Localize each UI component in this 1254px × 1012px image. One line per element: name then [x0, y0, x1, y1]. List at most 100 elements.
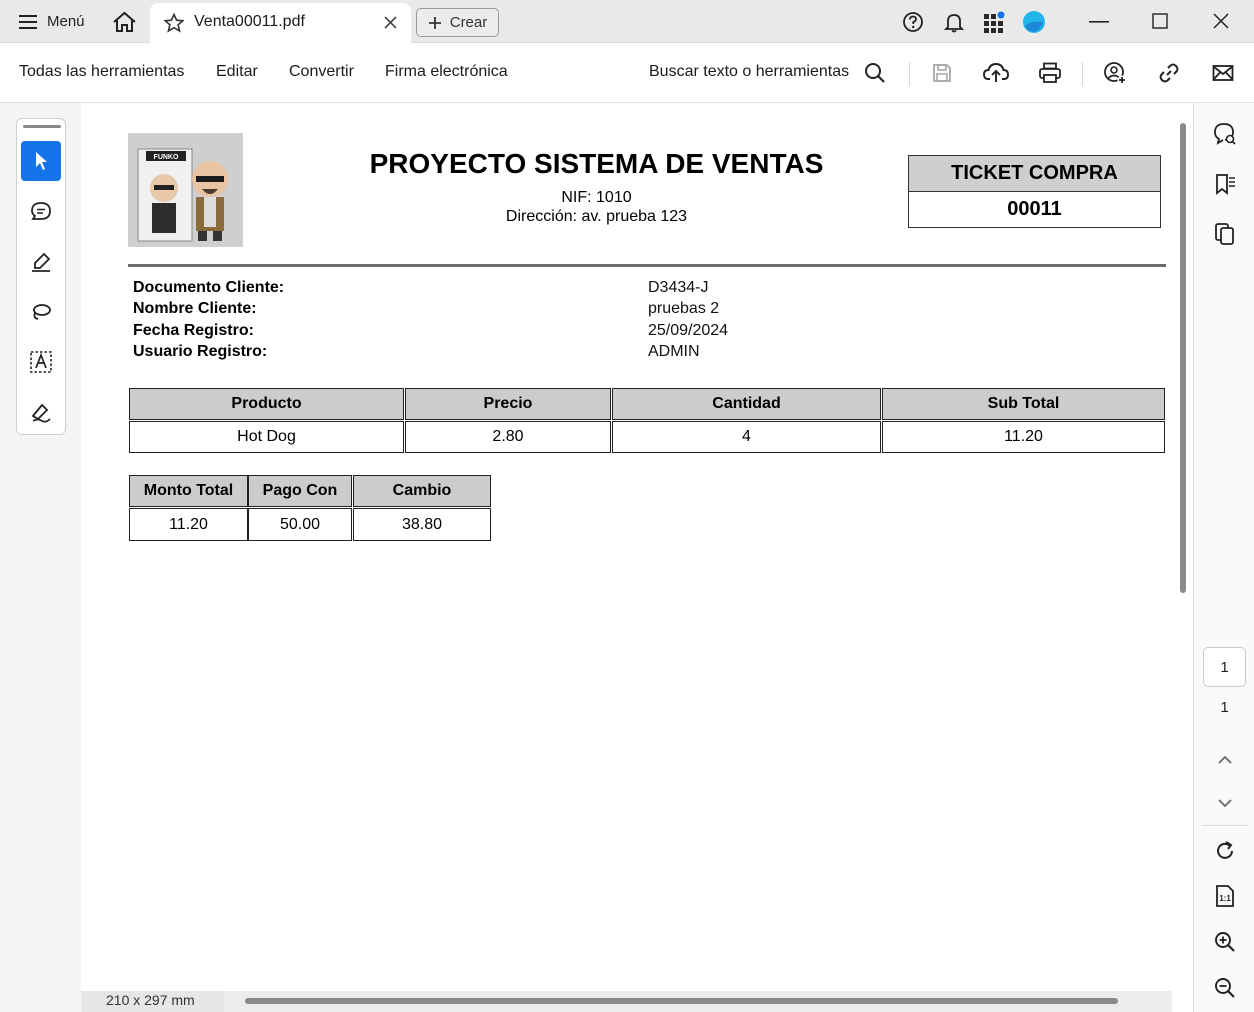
address-text: Dirección: av. prueba 123	[505, 208, 688, 225]
ticket-box: TICKET COMPRA 00011	[908, 155, 1161, 228]
cursor-icon	[36, 152, 47, 170]
rotate-icon	[1217, 841, 1233, 859]
products-header-cantidad: Cantidad	[612, 388, 881, 420]
close-window-icon[interactable]	[1213, 13, 1229, 29]
upload-button[interactable]	[982, 59, 1010, 87]
company-logo: FUNKO	[128, 133, 243, 247]
info-value-user: ADMIN	[648, 343, 700, 360]
home-icon	[113, 11, 136, 32]
print-button[interactable]	[1036, 59, 1064, 87]
add-user-icon	[1104, 62, 1127, 85]
products-header-producto: Producto	[129, 388, 404, 420]
zoom-in-button[interactable]	[1211, 928, 1239, 956]
comment-tool-button[interactable]	[21, 192, 61, 232]
products-cell-cantidad: 4	[612, 421, 881, 453]
home-button[interactable]	[112, 0, 137, 43]
star-icon[interactable]	[164, 13, 184, 33]
mail-icon	[1212, 65, 1234, 81]
title-bar: Menú Venta00011.pdf Crear	[0, 0, 1254, 43]
left-tools-bar	[0, 103, 81, 1012]
search-button[interactable]	[861, 59, 889, 87]
email-button[interactable]	[1209, 59, 1237, 87]
draw-tool-button[interactable]	[21, 292, 61, 332]
info-label-user: Usuario Registro:	[133, 343, 268, 360]
products-cell-precio: 2.80	[405, 421, 611, 453]
info-label-document: Documento Cliente:	[133, 279, 285, 296]
info-label-name: Nombre Cliente:	[133, 300, 257, 317]
hamburger-icon	[19, 14, 37, 29]
next-page-button[interactable]	[1211, 789, 1239, 817]
comment-search-icon	[1214, 123, 1236, 145]
chevron-up-icon	[1218, 755, 1232, 764]
nif-text: NIF: 1010	[561, 189, 632, 206]
pages-panel-button[interactable]	[1211, 220, 1239, 248]
totals-header-monto: Monto Total	[129, 475, 248, 507]
ticket-label: TICKET COMPRA	[909, 156, 1160, 192]
menu-esign[interactable]: Firma electrónica	[385, 63, 508, 81]
zoom-out-icon	[1215, 978, 1235, 998]
rotate-button[interactable]	[1211, 837, 1239, 865]
highlight-tool-button[interactable]	[21, 242, 61, 282]
menu-all-tools[interactable]: Todas las herramientas	[19, 63, 184, 81]
help-icon[interactable]	[902, 11, 924, 33]
save-button[interactable]	[928, 59, 956, 87]
share-user-button[interactable]	[1101, 59, 1129, 87]
bookmarks-panel-button[interactable]	[1211, 170, 1239, 198]
lasso-icon	[33, 304, 51, 320]
main-toolbar: Todas las herramientas Editar Convertir …	[0, 43, 1254, 103]
products-header-precio: Precio	[405, 388, 611, 420]
products-cell-producto: Hot Dog	[129, 421, 404, 453]
search-tools-label[interactable]: Buscar texto o herramientas	[649, 63, 849, 81]
totals-cell-pago: 50.00	[248, 508, 352, 541]
info-label-date: Fecha Registro:	[133, 322, 254, 339]
totals-cell-cambio: 38.80	[353, 508, 491, 541]
current-page-input[interactable]: 1	[1203, 647, 1246, 687]
menu-edit[interactable]: Editar	[216, 63, 258, 81]
totals-cell-monto: 11.20	[129, 508, 248, 541]
select-tool-button[interactable]	[21, 141, 61, 181]
printer-icon	[1039, 62, 1061, 83]
comments-panel-button[interactable]	[1211, 120, 1239, 148]
copy-pages-icon	[1215, 223, 1234, 245]
totals-header-cambio: Cambio	[353, 475, 491, 507]
document-tab[interactable]: Venta00011.pdf	[150, 3, 411, 43]
bell-icon[interactable]	[943, 11, 965, 33]
menu-convert[interactable]: Convertir	[289, 63, 354, 81]
svg-text:1:1: 1:1	[1219, 894, 1231, 903]
sign-tool-button[interactable]	[21, 392, 61, 432]
actual-size-icon: 1:1	[1216, 885, 1234, 907]
header-divider	[128, 264, 1166, 267]
products-cell-subtotal: 11.20	[882, 421, 1165, 453]
ticket-number: 00011	[1007, 198, 1062, 220]
tab-title: Venta00011.pdf	[194, 13, 305, 30]
text-box-icon	[30, 351, 52, 373]
drag-handle[interactable]	[23, 125, 61, 128]
vertical-scrollbar[interactable]	[1180, 123, 1186, 593]
maximize-icon[interactable]	[1152, 13, 1168, 29]
products-header-subtotal: Sub Total	[882, 388, 1165, 420]
previous-page-button[interactable]	[1211, 746, 1239, 774]
create-button[interactable]: Crear	[416, 8, 499, 37]
actual-size-button[interactable]: 1:1	[1211, 882, 1239, 910]
page-size-label: 210 x 297 mm	[106, 992, 195, 1008]
close-tab-icon[interactable]	[384, 16, 397, 29]
info-value-date: 25/09/2024	[648, 322, 729, 339]
svg-text:FUNKO: FUNKO	[154, 154, 179, 161]
apps-icon[interactable]	[983, 11, 1007, 33]
link-icon	[1159, 63, 1179, 83]
menu-button[interactable]: Menú	[18, 0, 85, 43]
bookmark-icon	[1216, 174, 1235, 195]
search-icon	[865, 63, 885, 83]
link-button[interactable]	[1155, 59, 1183, 87]
zoom-out-button[interactable]	[1211, 974, 1239, 1002]
text-tool-button[interactable]	[21, 342, 61, 382]
horizontal-scrollbar[interactable]	[245, 998, 1118, 1004]
highlighter-icon	[32, 252, 51, 272]
plus-icon	[428, 16, 441, 29]
document-viewer[interactable]	[81, 103, 1172, 991]
quick-tools-panel	[16, 118, 66, 435]
info-value-name: pruebas 2	[648, 300, 720, 317]
total-pages-label: 1	[1220, 699, 1229, 716]
user-avatar-icon[interactable]	[1022, 10, 1046, 34]
minimize-icon[interactable]	[1089, 21, 1109, 23]
